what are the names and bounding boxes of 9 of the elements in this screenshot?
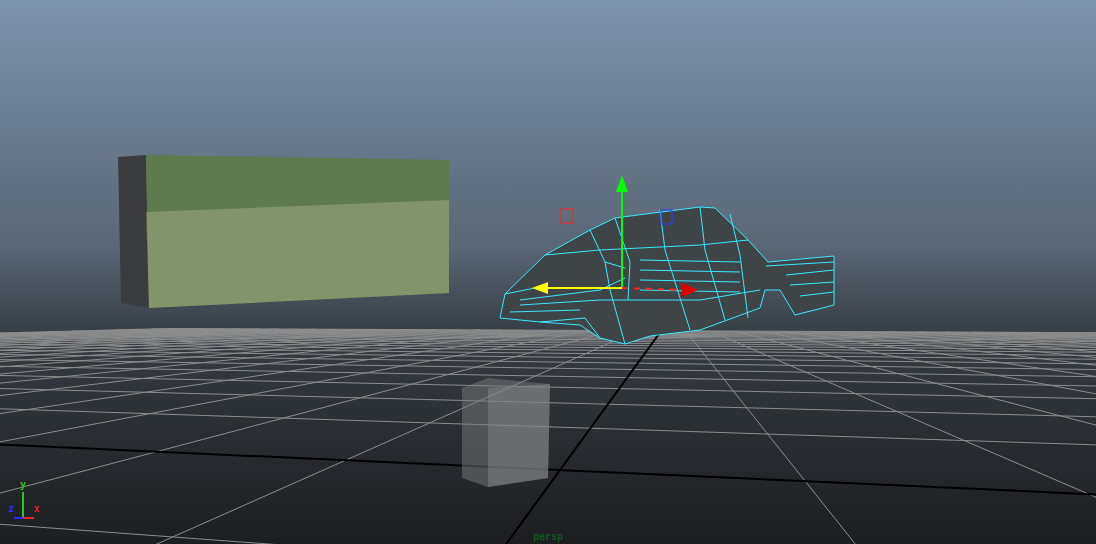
car-body-wireframe-drawing[interactable] — [499, 206, 835, 345]
axis-label: x — [34, 504, 41, 514]
camera-name: persp — [532, 531, 564, 542]
viewport[interactable]: y z x persp — [0, 0, 1096, 544]
image-plane-drawing[interactable] — [118, 155, 449, 308]
move-manipulator-drawing[interactable] — [532, 175, 698, 297]
axis-label: y — [20, 480, 27, 490]
box-mesh[interactable] — [462, 378, 550, 487]
axis-label: z — [8, 504, 15, 514]
